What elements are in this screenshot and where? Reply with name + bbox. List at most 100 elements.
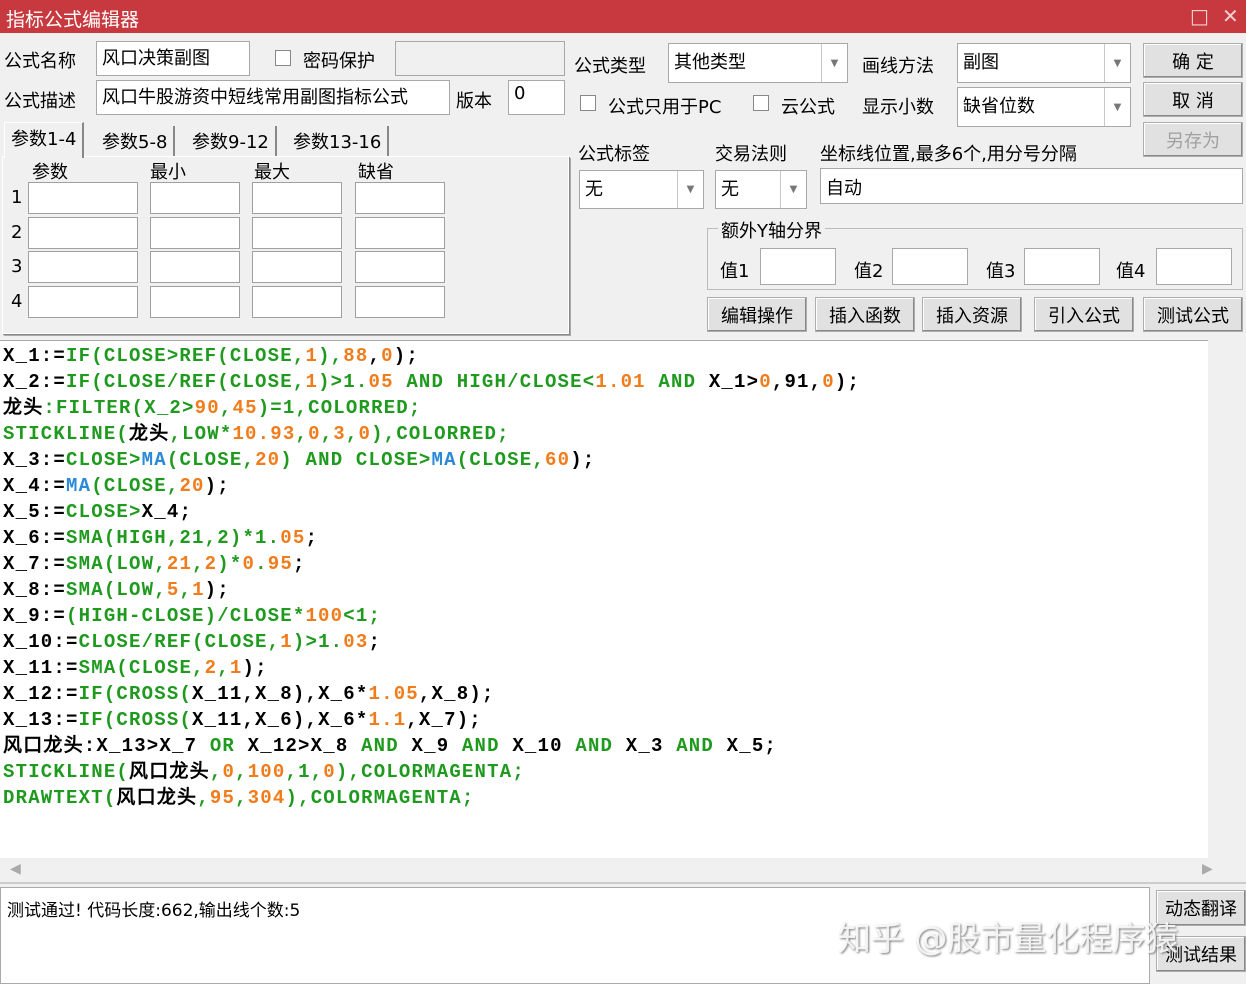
tab-params-5-8[interactable]: 参数5-8: [96, 126, 176, 156]
cloud-checkbox[interactable]: [753, 95, 769, 111]
trade-rule-value: 无: [721, 179, 739, 200]
param-max-input[interactable]: [252, 251, 342, 283]
param-default-input[interactable]: [355, 216, 445, 249]
y-value-1-input[interactable]: [760, 248, 836, 285]
ok-button[interactable]: 确 定: [1143, 43, 1243, 78]
code-line: X_5:=CLOSE>X_4;: [3, 499, 1208, 525]
code-token: IF(CLOSE>REF(CLOSE,: [66, 345, 306, 367]
code-token: 1.: [595, 371, 621, 393]
param-name-input[interactable]: [28, 251, 138, 283]
code-line: X_7:=SMA(LOW,21,2)*0.95;: [3, 551, 1208, 577]
code-token: AND: [461, 735, 513, 757]
tag-select[interactable]: 无 ▼: [579, 170, 704, 209]
code-line: STICKLINE(龙头,LOW*10.93,0,3,0),COLORRED;: [3, 421, 1208, 447]
param-min-input[interactable]: [150, 251, 240, 283]
code-token: SMA(CLOSE,: [78, 657, 205, 679]
trade-rule-select[interactable]: 无 ▼: [715, 170, 807, 209]
code-token: IF(CROSS(: [78, 709, 193, 731]
scroll-left-icon[interactable]: ◀: [10, 861, 21, 877]
code-token: 01: [620, 371, 646, 393]
scroll-right-icon[interactable]: ▶: [1202, 861, 1213, 877]
code-token: OR: [209, 735, 248, 757]
code-token: X_5:=: [3, 501, 67, 523]
tab-params-9-12[interactable]: 参数9-12: [186, 126, 277, 156]
password-checkbox[interactable]: [275, 50, 291, 66]
import-formula-button[interactable]: 引入公式: [1034, 297, 1134, 332]
formula-name-input[interactable]: 风口决策副图: [96, 41, 250, 76]
insert-resource-button[interactable]: 插入资源: [922, 297, 1022, 332]
formula-desc-input[interactable]: 风口牛股游资中短线常用副图指标公式: [96, 80, 450, 115]
pc-only-checkbox[interactable]: [580, 95, 596, 111]
formula-type-label: 公式类型: [574, 56, 646, 77]
code-token: 5: [166, 579, 180, 601]
param-default-input[interactable]: [355, 182, 445, 214]
axis-input[interactable]: 自动: [820, 168, 1243, 204]
param-name-input[interactable]: [28, 216, 138, 249]
code-line: 风口龙头:X_13>X_7 OR X_12>X_8 AND X_9 AND X_…: [3, 733, 1208, 759]
code-token: 05: [280, 527, 306, 549]
param-default-input[interactable]: [355, 285, 445, 318]
formula-type-select[interactable]: 其他类型 ▼: [668, 43, 848, 83]
param-max-input[interactable]: [252, 285, 342, 318]
test-formula-button[interactable]: 测试公式: [1143, 297, 1243, 332]
param-row-number: 4: [11, 290, 23, 312]
code-token: AND: [575, 735, 626, 757]
code-token: 100: [305, 605, 344, 627]
param-min-input[interactable]: [150, 216, 240, 249]
password-input[interactable]: [395, 41, 565, 76]
save-as-button[interactable]: 另存为: [1143, 122, 1243, 157]
code-token: X_10: [512, 735, 576, 757]
maximize-icon[interactable]: □: [1190, 4, 1209, 28]
code-line: X_8:=SMA(LOW,5,1);: [3, 577, 1208, 603]
param-name-input[interactable]: [28, 285, 138, 318]
code-token: 0: [308, 423, 321, 445]
code-line: X_13:=IF(CROSS(X_11,X_6),X_6*1.1,X_7);: [3, 707, 1208, 733]
code-line: X_2:=IF(CLOSE/REF(CLOSE,1)>1.05 AND HIGH…: [3, 369, 1208, 395]
code-token: 1: [280, 631, 293, 653]
code-editor[interactable]: X_1:=IF(CLOSE>REF(CLOSE,1),88,0); X_2:=IF…: [0, 340, 1208, 858]
code-token: ,: [320, 423, 334, 445]
title-bar: 指标公式编辑器 □ ✕: [0, 0, 1246, 33]
draw-method-select[interactable]: 副图 ▼: [957, 43, 1131, 83]
code-token: IF(CLOSE/REF(CLOSE,: [66, 371, 306, 393]
param-min-input[interactable]: [150, 285, 240, 318]
param-name-input[interactable]: [28, 182, 138, 214]
decimal-select[interactable]: 缺省位数 ▼: [957, 87, 1131, 127]
chevron-down-icon: ▼: [821, 44, 847, 82]
code-token: 10.93: [232, 423, 296, 445]
y-value-3-input[interactable]: [1024, 248, 1100, 285]
code-token: (HIGH-CLOSE)/CLOSE*: [66, 605, 306, 627]
code-token: AND: [361, 735, 412, 757]
code-token: X_13:=: [3, 709, 79, 731]
param-max-input[interactable]: [252, 182, 342, 214]
param-default-input[interactable]: [355, 251, 445, 283]
version-input[interactable]: 0: [508, 80, 565, 115]
param-max-input[interactable]: [252, 216, 342, 249]
param-row-number: 1: [11, 187, 23, 208]
tab-params-13-16[interactable]: 参数13-16: [287, 126, 390, 156]
horizontal-scrollbar[interactable]: ◀ ▶: [0, 858, 1246, 884]
code-token: 20: [255, 449, 281, 471]
y-value-4-input[interactable]: [1156, 248, 1232, 285]
code-token: ,: [192, 553, 205, 575]
code-token: AND: [645, 371, 709, 393]
insert-function-button[interactable]: 插入函数: [815, 297, 915, 332]
y-value-2-input[interactable]: [892, 248, 968, 285]
param-row-number: 3: [11, 256, 23, 277]
code-token: SMA(LOW,: [66, 553, 167, 575]
tab-params-1-4[interactable]: 参数1-4: [4, 122, 85, 158]
code-token: 龙头: [129, 423, 170, 445]
param-min-input[interactable]: [150, 182, 240, 214]
output-message: 测试通过! 代码长度:662,输出线个数:5: [7, 901, 301, 921]
decimal-value: 缺省位数: [963, 96, 1035, 117]
vertical-scrollbar[interactable]: [1208, 340, 1246, 858]
edit-operation-button[interactable]: 编辑操作: [707, 297, 807, 332]
code-line: X_3:=CLOSE>MA(CLOSE,20) AND CLOSE>MA(CLO…: [3, 447, 1208, 473]
code-token: X_9: [411, 735, 462, 757]
code-token: 1.1: [368, 709, 407, 731]
code-token: 0: [222, 761, 236, 783]
trade-rule-label: 交易法则: [715, 144, 787, 165]
cancel-button[interactable]: 取 消: [1143, 82, 1243, 117]
close-icon[interactable]: ✕: [1222, 4, 1239, 28]
code-line: X_1:=IF(CLOSE>REF(CLOSE,1),88,0);: [3, 343, 1208, 369]
